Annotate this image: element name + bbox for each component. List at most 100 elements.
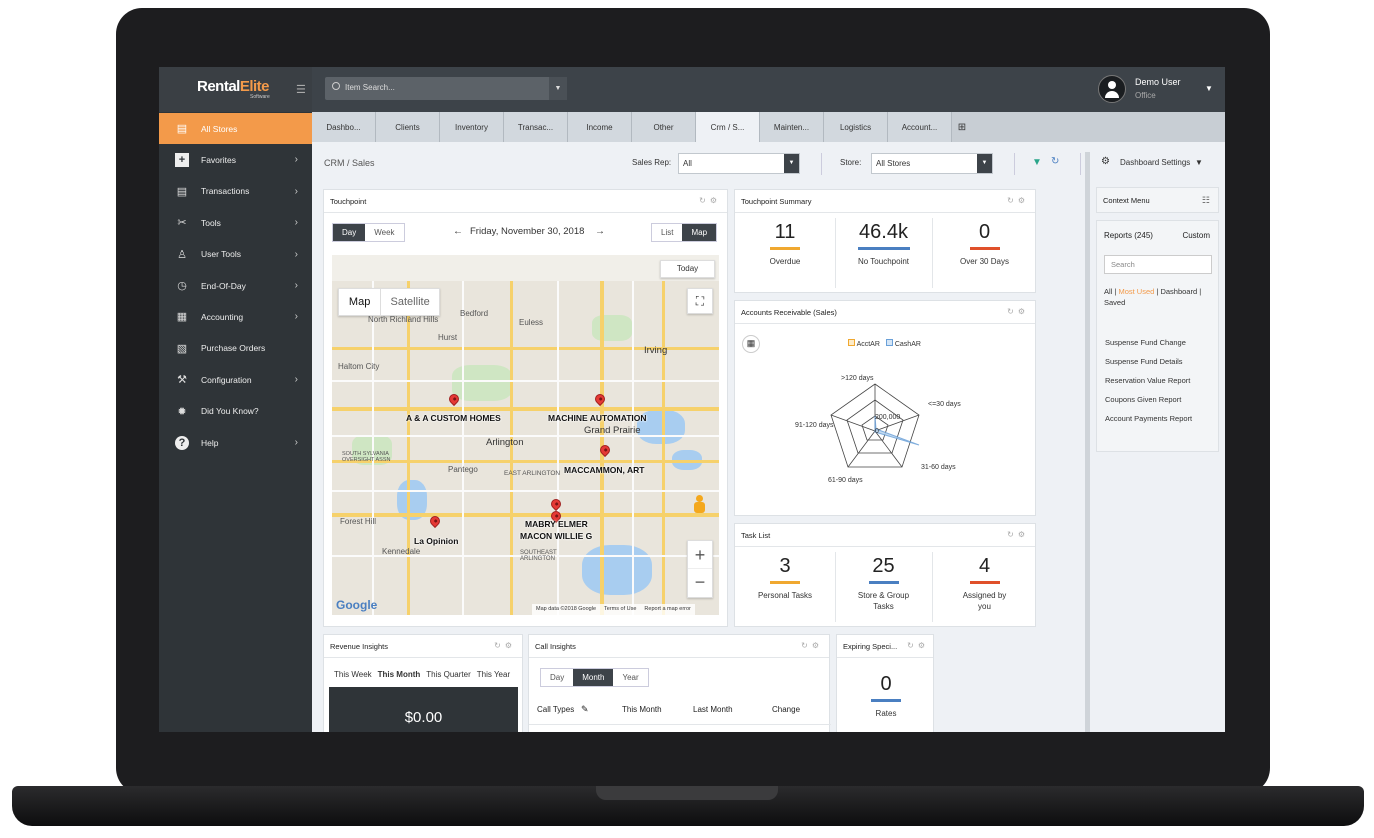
- panel-refresh-settings-icons[interactable]: ↻⚙: [494, 641, 516, 650]
- tab-crm-s[interactable]: Crm / S...: [696, 112, 760, 142]
- map-type-map[interactable]: Map: [339, 289, 380, 315]
- report-link[interactable]: Suspense Fund Change: [1105, 338, 1186, 347]
- period-this-week[interactable]: This Week: [334, 670, 372, 679]
- search-dropdown-icon[interactable]: ▼: [549, 77, 567, 100]
- sidebar-item-purchase-orders[interactable]: ▧ Purchase Orders: [159, 333, 312, 364]
- tab-income[interactable]: Income: [568, 112, 632, 142]
- avatar[interactable]: [1098, 75, 1126, 103]
- drag-handle-icon[interactable]: ☷: [1202, 195, 1210, 206]
- scrollbar[interactable]: [1085, 152, 1090, 732]
- period-this-quarter[interactable]: This Quarter: [426, 670, 470, 679]
- item-search-input[interactable]: Item Search... ▼: [325, 77, 567, 100]
- filter-saved[interactable]: Saved: [1104, 298, 1125, 307]
- tab-dashbo[interactable]: Dashbo...: [312, 112, 376, 142]
- tab-inventory[interactable]: Inventory: [440, 112, 504, 142]
- lightbulb-icon: ✹: [177, 405, 187, 418]
- panel-refresh-settings-icons[interactable]: ↻⚙: [907, 641, 929, 650]
- stat-expiring-rates[interactable]: 0 Rates: [837, 673, 935, 719]
- ring-label: 200,000: [875, 414, 901, 421]
- panel-refresh-settings-icons[interactable]: ↻⚙: [699, 196, 721, 205]
- axis-label: 91-120 days: [795, 422, 834, 429]
- list-map-toggle: List Map: [651, 223, 718, 242]
- sidebar-item-help[interactable]: ? Help ›: [159, 427, 312, 458]
- sidebar-item-end-of-day[interactable]: ◷ End-Of-Day ›: [159, 270, 312, 301]
- tab-other[interactable]: Other: [632, 112, 696, 142]
- axis-label: <=30 days: [928, 401, 961, 408]
- refresh-icon[interactable]: ↻: [1051, 156, 1059, 167]
- tab-account[interactable]: Account...: [888, 112, 952, 142]
- stat-store-group-tasks[interactable]: 25 Store & Group Tasks: [835, 555, 932, 612]
- map[interactable]: Today Map Satellite ⛶ North Richland Hil…: [332, 255, 719, 615]
- period-month[interactable]: Month: [573, 669, 614, 686]
- chevron-right-icon: ›: [294, 185, 298, 197]
- period-this-month[interactable]: This Month: [378, 670, 421, 679]
- report-map-error-link[interactable]: Report a map error: [644, 606, 690, 613]
- panel-refresh-settings-icons[interactable]: ↻⚙: [1007, 530, 1029, 539]
- reports-count: (245): [1134, 231, 1153, 240]
- sidebar-item-configuration[interactable]: ⚒ Configuration ›: [159, 364, 312, 395]
- user-menu-chevron-icon[interactable]: ▼: [1205, 84, 1213, 93]
- stat-overdue[interactable]: 11 Overdue: [735, 221, 835, 267]
- sidebar-item-tools[interactable]: ✂ Tools ›: [159, 207, 312, 238]
- chevron-right-icon: ›: [294, 437, 298, 448]
- reports-search-input[interactable]: Search: [1104, 255, 1212, 274]
- chevron-down-icon[interactable]: ▼: [1195, 158, 1203, 167]
- map-type-satellite[interactable]: Satellite: [380, 289, 439, 315]
- dashboard-settings-button[interactable]: Dashboard Settings: [1120, 158, 1190, 167]
- add-tab-icon[interactable]: ⊞: [952, 112, 972, 142]
- map-pin-icon[interactable]: [592, 391, 608, 407]
- fullscreen-icon[interactable]: ⛶: [687, 288, 713, 314]
- sidebar-item-transactions[interactable]: ▤ Transactions ›: [159, 176, 312, 207]
- filter-icon[interactable]: ▼: [1032, 157, 1042, 168]
- map-view-button[interactable]: Map: [682, 224, 717, 241]
- radar-chart: [830, 383, 920, 468]
- sidebar-item-accounting[interactable]: ▦ Accounting ›: [159, 301, 312, 332]
- tab-logistics[interactable]: Logistics: [824, 112, 888, 142]
- filter-dashboard[interactable]: Dashboard: [1160, 287, 1197, 296]
- report-link[interactable]: Suspense Fund Details: [1105, 357, 1183, 366]
- sales-rep-select[interactable]: All ▼: [678, 153, 800, 174]
- stat-no-touchpoint[interactable]: 46.4k No Touchpoint: [835, 221, 932, 267]
- store-select[interactable]: All Stores ▼: [871, 153, 993, 174]
- sidebar-item-did-you-know[interactable]: ✹ Did You Know?: [159, 396, 312, 427]
- gear-icon[interactable]: ⚙: [1101, 156, 1110, 167]
- stat-over-30-days[interactable]: 0 Over 30 Days: [932, 221, 1037, 267]
- today-button[interactable]: Today: [660, 260, 715, 278]
- panel-refresh-settings-icons[interactable]: ↻⚙: [801, 641, 823, 650]
- pegman-icon[interactable]: [692, 495, 706, 515]
- sidebar-item-label: Did You Know?: [201, 406, 259, 417]
- list-view-button[interactable]: List: [652, 224, 683, 241]
- terms-link[interactable]: Terms of Use: [604, 606, 636, 613]
- sidebar-toggle-icon[interactable]: ☰: [296, 83, 306, 96]
- stat-personal-tasks[interactable]: 3 Personal Tasks: [735, 555, 835, 601]
- sidebar-item-favorites[interactable]: + Favorites ›: [159, 144, 312, 175]
- period-year[interactable]: Year: [613, 669, 648, 686]
- sidebar-item-all-stores[interactable]: ▤ All Stores: [159, 113, 312, 144]
- prev-day-arrow-icon[interactable]: ←: [453, 226, 463, 237]
- tab-mainten[interactable]: Mainten...: [760, 112, 824, 142]
- city-label: Hurst: [438, 333, 458, 342]
- report-link[interactable]: Coupons Given Report: [1105, 395, 1181, 404]
- zoom-out-icon[interactable]: −: [688, 569, 712, 597]
- week-button[interactable]: Week: [365, 224, 404, 241]
- period-this-year[interactable]: This Year: [477, 670, 510, 679]
- zoom-in-icon[interactable]: +: [688, 541, 712, 569]
- stat-assigned-by-you[interactable]: 4 Assigned by you: [932, 555, 1037, 612]
- sidebar-item-label: Purchase Orders: [201, 343, 266, 354]
- app-screen: RentalElite Software ☰ ▤ All Stores + Favor…: [159, 67, 1225, 732]
- custom-reports-link[interactable]: Custom: [1182, 231, 1210, 240]
- panel-refresh-settings-icons[interactable]: ↻⚙: [1007, 196, 1029, 205]
- day-button[interactable]: Day: [333, 224, 366, 241]
- panel-title: Expiring Speci...: [843, 642, 898, 651]
- tab-transac[interactable]: Transac...: [504, 112, 568, 142]
- map-pin-icon[interactable]: [548, 496, 564, 512]
- tab-clients[interactable]: Clients: [376, 112, 440, 142]
- filter-most-used[interactable]: Most Used: [1118, 287, 1154, 296]
- sidebar-item-user-tools[interactable]: ♙ User Tools ›: [159, 239, 312, 270]
- period-day[interactable]: Day: [541, 669, 574, 686]
- report-link[interactable]: Account Payments Report: [1105, 414, 1192, 423]
- report-link[interactable]: Reservation Value Report: [1105, 376, 1190, 385]
- next-day-arrow-icon[interactable]: →: [595, 226, 605, 237]
- pencil-icon[interactable]: ✎: [581, 704, 589, 715]
- filter-all[interactable]: All: [1104, 287, 1112, 296]
